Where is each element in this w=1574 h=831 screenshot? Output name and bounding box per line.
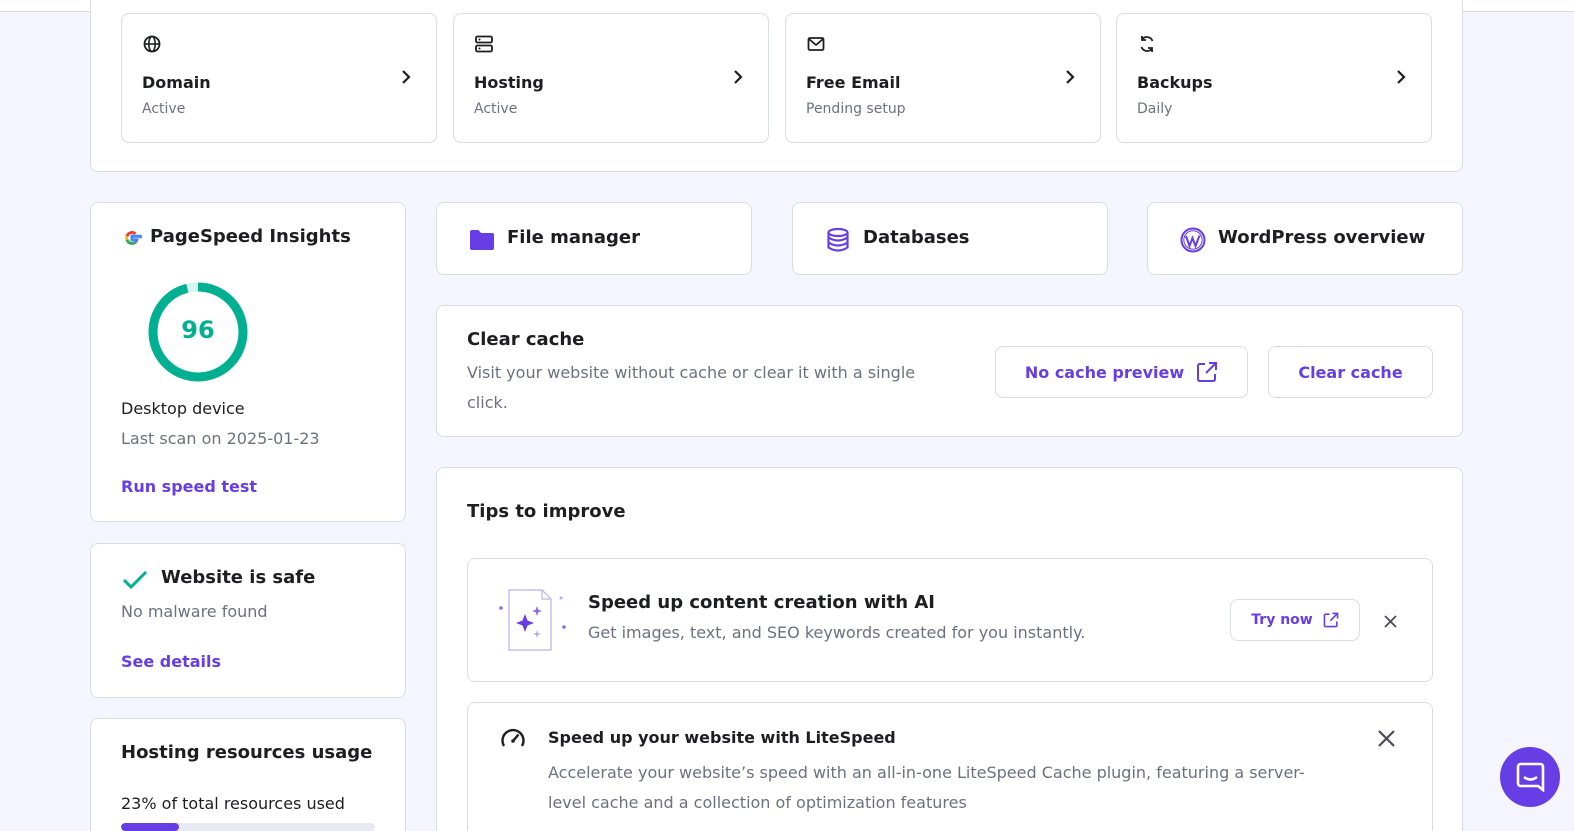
security-subtitle: No malware found: [121, 602, 268, 621]
try-now-button[interactable]: Try now: [1230, 599, 1360, 641]
hosting-tile[interactable]: Hosting Active: [453, 13, 769, 143]
chevron-right-icon: [1397, 70, 1406, 84]
external-link-icon: [1323, 612, 1339, 628]
clear-cache-description: Visit your website without cache or clea…: [467, 363, 916, 412]
clear-cache-title: Clear cache: [467, 329, 585, 350]
see-details-link[interactable]: See details: [121, 652, 221, 671]
email-status: Pending setup: [806, 101, 906, 117]
resources-usage-fill: [121, 823, 180, 831]
clear-cache-button[interactable]: Clear cache: [1268, 346, 1433, 398]
resources-usage-bar: [121, 823, 375, 831]
domain-tile[interactable]: Domain Active: [121, 13, 437, 143]
backups-tile[interactable]: Backups Daily: [1116, 13, 1432, 143]
globe-icon: [143, 35, 161, 53]
resources-card: [90, 718, 406, 831]
tips-title: Tips to improve: [467, 501, 626, 522]
backups-title: Backups: [1137, 73, 1213, 92]
pagespeed-last-scan: Last scan on 2025-01-23: [121, 429, 320, 448]
domain-title: Domain: [142, 73, 211, 92]
hosting-title: Hosting: [474, 73, 544, 92]
tip-litespeed-title: Speed up your website with LiteSpeed: [548, 728, 896, 747]
speedometer-icon: [501, 728, 525, 747]
database-icon: [827, 227, 849, 252]
tip-litespeed-description: Accelerate your website’s speed with an …: [548, 763, 1305, 812]
domain-status: Active: [142, 101, 186, 117]
checkmark-icon: [122, 570, 148, 590]
databases-button[interactable]: Databases: [792, 202, 1108, 275]
tip-ai-description: Get images, text, and SEO keywords creat…: [588, 623, 1086, 642]
file-manager-label: File manager: [507, 227, 640, 248]
resources-title: Hosting resources usage: [121, 742, 373, 763]
tip-ai-title: Speed up content creation with AI: [588, 592, 935, 613]
pagespeed-title: PageSpeed Insights: [150, 226, 351, 247]
folder-icon: [470, 230, 494, 250]
backups-status: Daily: [1137, 101, 1173, 117]
wordpress-overview-button[interactable]: WordPress overview: [1147, 202, 1463, 275]
refresh-icon: [1140, 36, 1154, 52]
chevron-right-icon: [402, 70, 411, 84]
pagespeed-score: 96: [181, 316, 215, 344]
run-speed-test-link[interactable]: Run speed test: [121, 477, 257, 496]
hosting-status: Active: [474, 101, 518, 117]
dismiss-tip-close-icon[interactable]: [1383, 614, 1398, 629]
email-tile[interactable]: Free Email Pending setup: [785, 13, 1101, 143]
dismiss-tip-close-icon[interactable]: [1377, 729, 1396, 748]
chevron-right-icon: [1066, 70, 1075, 84]
external-link-icon: [1197, 362, 1218, 382]
databases-label: Databases: [863, 227, 970, 248]
security-title: Website is safe: [161, 567, 316, 588]
ai-sparkle-document-icon: [499, 589, 566, 651]
no-cache-preview-button[interactable]: No cache preview: [995, 346, 1248, 398]
mail-icon: [807, 37, 825, 51]
status-panel: Domain Active Hosting Active Free Email …: [90, 0, 1463, 172]
no-cache-preview-label: No cache preview: [1024, 362, 1185, 382]
resources-usage-text: 23% of total resources used: [121, 794, 345, 813]
file-manager-button[interactable]: File manager: [436, 202, 752, 275]
chat-bubble-icon: [1516, 762, 1545, 792]
google-logo-icon: [125, 230, 142, 246]
server-icon: [475, 35, 493, 53]
wordpress-icon: [1180, 227, 1206, 253]
chevron-right-icon: [734, 70, 743, 84]
try-now-label: Try now: [1251, 612, 1313, 628]
email-title: Free Email: [806, 73, 901, 92]
chat-support-button[interactable]: [1500, 747, 1560, 807]
wordpress-overview-label: WordPress overview: [1218, 227, 1426, 248]
pagespeed-device: Desktop device: [121, 399, 245, 418]
